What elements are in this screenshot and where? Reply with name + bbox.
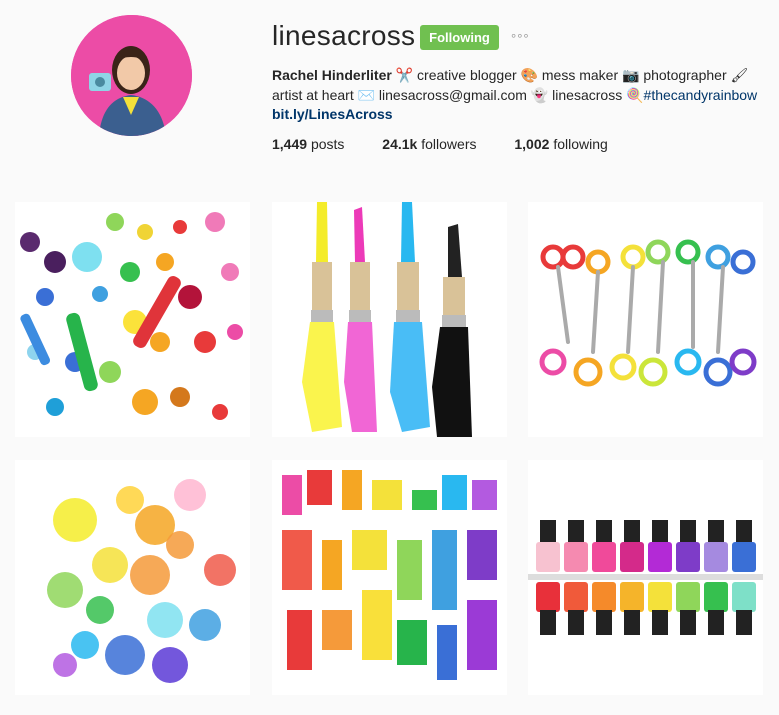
post-thumbnail-school-supplies[interactable] xyxy=(272,460,507,695)
post-thumbnail-paintbrushes[interactable] xyxy=(272,202,507,437)
post-thumbnail-candy[interactable] xyxy=(15,202,250,437)
posts-label: posts xyxy=(310,136,345,152)
school-supplies-image xyxy=(272,460,507,695)
profile-username: linesacross xyxy=(272,20,416,51)
followers-label: followers xyxy=(421,136,477,152)
post-thumbnail-scissors[interactable] xyxy=(528,202,763,437)
profile-avatar[interactable] xyxy=(71,15,192,136)
bio-text-1: ✂️ creative blogger xyxy=(395,67,521,83)
followers-stat[interactable]: 24.1k followers xyxy=(382,136,476,152)
post-thumbnail-nail-polish[interactable] xyxy=(528,460,763,695)
posts-count: 1,449 xyxy=(272,136,308,152)
following-button[interactable]: Following xyxy=(420,25,499,50)
avatar-image xyxy=(71,15,192,136)
following-count: 1,002 xyxy=(514,136,550,152)
paintbrushes-image xyxy=(272,202,507,437)
nail-polish-image xyxy=(528,460,763,695)
following-label: following xyxy=(553,136,608,152)
bio-text-2: 🎨 mess maker xyxy=(520,67,622,83)
post-thumbnail-beakers[interactable] xyxy=(15,460,250,695)
beakers-image xyxy=(15,460,250,695)
posts-stat: 1,449 posts xyxy=(272,136,344,152)
more-options-icon[interactable]: °°° xyxy=(511,31,530,46)
bio-hashtag-link[interactable]: #thecandyrainbow xyxy=(644,87,758,103)
bio-text-7: 🍭 xyxy=(626,86,644,103)
following-stat[interactable]: 1,002 following xyxy=(514,136,607,152)
bio-text-6: 👻 linesacross xyxy=(530,86,627,103)
followers-count: 24.1k xyxy=(382,136,418,152)
profile-bio: Rachel Hinderliter ✂️ creative blogger 🎨… xyxy=(272,66,772,125)
bio-text-5: ✉️ linesacross@gmail.com xyxy=(357,86,531,103)
bio-website-link[interactable]: bit.ly/LinesAcross xyxy=(272,105,772,125)
candy-rainbow-image xyxy=(15,202,250,437)
profile-full-name: Rachel Hinderliter xyxy=(272,67,392,83)
bio-text-3: 📷 photographer xyxy=(622,67,731,83)
scissors-image xyxy=(528,202,763,437)
profile-stats: 1,449 posts 24.1k followers 1,002 follow… xyxy=(272,136,642,152)
